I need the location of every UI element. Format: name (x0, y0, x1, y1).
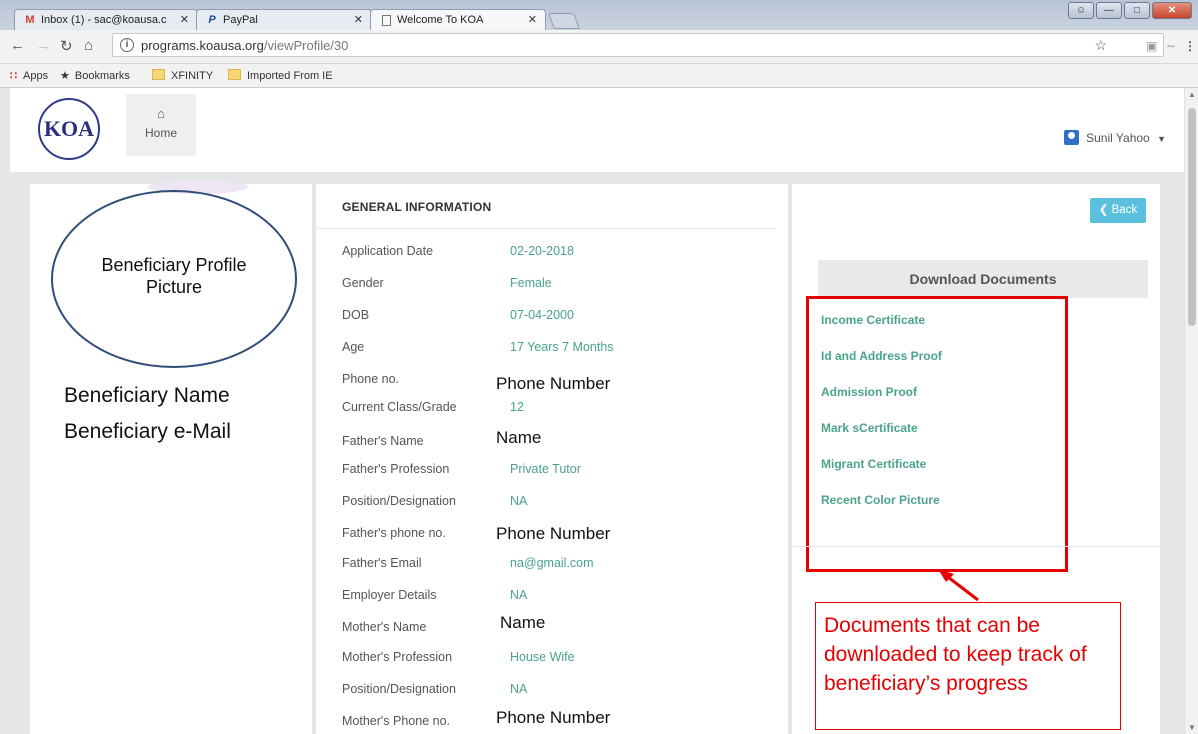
info-icon[interactable]: i (120, 38, 134, 52)
bookmark-xfinity[interactable]: XFINITY (152, 69, 213, 82)
bookmark-star-icon[interactable]: ☆ (1094, 37, 1107, 54)
url-host: programs.koausa.org (141, 38, 264, 53)
caret-down-icon: ▼ (1157, 134, 1166, 144)
url-path: /viewProfile/30 (263, 38, 349, 53)
home-icon: ⌂ (157, 106, 165, 121)
back-circle-icon: ❮ (1098, 204, 1109, 216)
user-icon (1064, 130, 1080, 145)
documents-panel: ❮ Back Download Documents Income Certifi… (792, 184, 1160, 734)
bookmark-apps[interactable]: ∷ Apps (10, 69, 48, 82)
maximize-button[interactable]: □ (1124, 2, 1150, 19)
folder-icon (228, 69, 241, 80)
beneficiary-name: Beneficiary Name (64, 384, 230, 407)
new-tab-button[interactable] (548, 13, 580, 29)
star-icon: ★ (60, 70, 70, 82)
document-link[interactable]: Income Certificate (821, 313, 925, 327)
page-icon (382, 15, 391, 26)
tab-gmail[interactable]: M Inbox (1) - sac@koausa.c ✕ (14, 9, 198, 31)
home-icon[interactable]: ⌂ (84, 37, 93, 54)
profile-picture-label: Beneficiary Profile Picture (101, 255, 247, 297)
scroll-up-icon[interactable]: ▲ (1188, 90, 1196, 99)
download-documents-highlight: Income Certificate Id and Address Proof … (806, 296, 1068, 572)
address-bar[interactable]: i programs.koausa.org/viewProfile/30 ☆ (112, 33, 1164, 57)
section-title: GENERAL INFORMATION (342, 200, 492, 214)
nav-home-label: Home (144, 126, 177, 140)
beneficiary-email: Beneficiary e-Mail (64, 420, 231, 443)
extension-icon[interactable]: ∼ (1166, 39, 1176, 53)
download-documents-header: Download Documents (818, 260, 1148, 298)
user-switch-icon[interactable]: ☺ (1068, 2, 1094, 19)
document-link[interactable]: Recent Color Picture (821, 493, 940, 507)
close-icon[interactable]: ✕ (354, 13, 363, 26)
general-information-panel: GENERAL INFORMATION Application Date 02-2… (316, 184, 788, 734)
scroll-down-icon[interactable]: ▼ (1188, 723, 1196, 732)
page-content: KOA ⌂ Home Sunil Yahoo ▼ Beneficiary Pro… (0, 88, 1198, 734)
tab-strip: M Inbox (1) - sac@koausa.c ✕ P PayPal ✕ … (0, 0, 1198, 31)
tab-title: Inbox (1) - sac@koausa.c (41, 14, 167, 26)
close-window-button[interactable]: ✕ (1152, 2, 1192, 19)
logo-text: KOA (43, 116, 95, 141)
site-navbar: KOA ⌂ Home Sunil Yahoo ▼ (10, 88, 1184, 172)
gmail-icon: M (25, 14, 35, 26)
tab-title: Welcome To KOA (397, 14, 484, 26)
bookmark-bookmarks[interactable]: ★ Bookmarks (60, 69, 130, 82)
minimize-button[interactable]: — (1096, 2, 1122, 19)
page-scrollbar[interactable]: ▲ ▼ (1184, 88, 1198, 734)
bookmark-imported-from-ie[interactable]: Imported From IE (228, 69, 333, 82)
koa-logo[interactable]: KOA (38, 98, 100, 160)
document-link[interactable]: Mark sCertificate (821, 421, 918, 435)
tab-paypal[interactable]: P PayPal ✕ (196, 9, 372, 31)
back-arrow-icon[interactable]: ← (10, 37, 25, 54)
close-icon[interactable]: ✕ (528, 13, 537, 26)
tab-welcome-koa[interactable]: Welcome To KOA ✕ (370, 9, 546, 31)
document-link[interactable]: Migrant Certificate (821, 457, 926, 471)
forward-arrow-icon[interactable]: → (36, 37, 51, 54)
tab-title: PayPal (223, 14, 258, 26)
close-icon[interactable]: ✕ (180, 13, 189, 26)
scrollbar-thumb[interactable] (1188, 108, 1196, 326)
document-link[interactable]: Admission Proof (821, 385, 917, 399)
user-name: Sunil Yahoo (1086, 131, 1150, 145)
profile-panel: Beneficiary Profile Picture Beneficiary … (30, 180, 312, 734)
bookmarks-bar: ∷ Apps ★ Bookmarks XFINITY Imported From I… (0, 64, 1198, 88)
menu-icon[interactable]: ⋮ (1184, 39, 1196, 53)
browser-toolbar: ← → ↻ ⌂ i programs.koausa.org/viewProfil… (0, 30, 1198, 64)
extension-icon[interactable]: ▣ (1146, 39, 1157, 53)
folder-icon (152, 69, 165, 80)
profile-picture: Beneficiary Profile Picture (51, 190, 297, 368)
back-button[interactable]: ❮ Back (1090, 198, 1146, 223)
window-controls: ☺ — □ ✕ (1068, 2, 1192, 20)
nav-home[interactable]: ⌂ Home (126, 94, 196, 156)
divider (316, 228, 776, 229)
reload-icon[interactable]: ↻ (60, 37, 73, 55)
divider (792, 546, 1160, 547)
annotation-callout: Documents that can be downloaded to keep… (815, 602, 1121, 730)
document-link[interactable]: Id and Address Proof (821, 349, 942, 363)
paypal-icon: P (208, 14, 216, 26)
user-menu[interactable]: Sunil Yahoo ▼ (1064, 130, 1166, 145)
apps-grid-icon: ∷ (10, 70, 17, 82)
